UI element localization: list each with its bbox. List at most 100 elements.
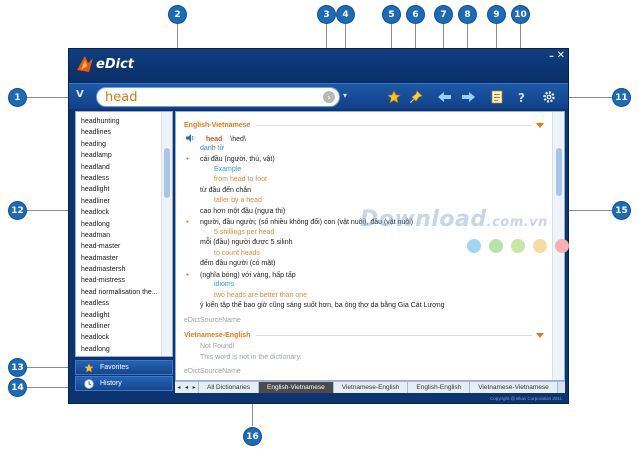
search-input[interactable]	[105, 88, 315, 106]
clock-icon	[84, 379, 94, 389]
definition-panel: English-Vietnamese head \hed\ danh từ ● c…	[175, 111, 565, 381]
section-title: Vietnamese-English	[184, 331, 251, 339]
not-found-title: Not Found!	[200, 343, 235, 350]
definition-text: idioms	[214, 281, 235, 288]
gear-icon	[543, 91, 555, 103]
tab-list: All Dictionaries English-Vietnamese Vietna…	[199, 382, 558, 393]
definition-text: to count heads	[214, 249, 260, 257]
tab-next-arrow[interactable]: ▸	[193, 384, 196, 391]
word-list-item[interactable]: headlong	[81, 344, 162, 355]
word-list-item[interactable]: headlock	[81, 332, 162, 343]
watermark: Download.com.vn	[360, 207, 548, 232]
section-rule	[256, 124, 532, 126]
word-list-item[interactable]: headlong	[81, 219, 162, 230]
word-list-item[interactable]: headmastersh	[81, 264, 162, 275]
tab[interactable]: English-English	[408, 382, 471, 393]
tab-prev-arrow[interactable]: ◂	[185, 384, 188, 391]
word-list-item[interactable]: heading	[81, 139, 162, 150]
stage: { "app": { "title": "eDict", "minimize_l…	[0, 0, 639, 449]
not-found-message: This word is not in the dictionary.	[200, 353, 302, 361]
definition-lines: ● cái đầu (người, thú, vật) Example from he…	[184, 154, 544, 312]
panel-toggle-button[interactable]: V	[76, 89, 84, 100]
tab-scroll-arrows: ◂ ◂ ▸	[175, 382, 199, 393]
word-list-item[interactable]: headliner	[81, 321, 162, 332]
part-of-speech: danh từ	[200, 144, 225, 152]
definition-text: ý kiến tập thể bao giờ cũng sáng suốt hơ…	[200, 302, 445, 309]
collapse-icon[interactable]	[536, 122, 544, 128]
section-header-vi-en[interactable]: Vietnamese-English	[184, 330, 544, 340]
word-list-scroll-thumb[interactable]	[164, 148, 170, 198]
title-bar[interactable]: eDict – ✕	[69, 49, 568, 83]
search-go-button[interactable]: ›	[323, 91, 335, 103]
definition-line: idioms	[184, 280, 544, 291]
word-list-item[interactable]: headless	[81, 173, 162, 184]
word-list-item[interactable]: head-mistress	[81, 275, 162, 286]
definition-text: từ đầu đến chân	[200, 186, 252, 194]
pin-icon	[410, 90, 423, 103]
definition-line: from head to foot	[184, 175, 544, 186]
word-list-scrollbar[interactable]	[161, 112, 172, 356]
word-list-item[interactable]: headliner	[81, 196, 162, 207]
definition-text: Example	[214, 165, 242, 173]
word-list-item[interactable]: headlamp	[81, 150, 162, 161]
watermark-main: Download	[360, 207, 487, 232]
watermark-dot	[489, 239, 503, 253]
word-list-item[interactable]: headhunting	[81, 116, 162, 127]
word-list-item[interactable]: headlock	[81, 207, 162, 218]
close-button[interactable]: ✕	[557, 50, 565, 61]
section-header-en-vi[interactable]: English-Vietnamese	[184, 120, 544, 130]
help-button[interactable]: ?	[512, 88, 530, 106]
callout-badge: 13	[9, 359, 26, 376]
pin-button[interactable]	[407, 88, 425, 106]
definition-line: taller by a head	[184, 196, 544, 207]
settings-button[interactable]	[540, 88, 558, 106]
callout-badge: 4	[337, 6, 354, 23]
watermark-dot	[511, 239, 525, 253]
tab-first-arrow[interactable]: ◂	[177, 384, 180, 391]
dictionary-tabs: ◂ ◂ ▸ All Dictionaries English-Vietnamese…	[175, 381, 565, 393]
watermark-suffix: .com.vn	[486, 215, 548, 230]
word-list-item[interactable]: head-master	[81, 241, 162, 252]
word-list-item[interactable]: headlines	[81, 127, 162, 138]
callout-badge: 2	[169, 6, 186, 23]
collapse-icon[interactable]	[536, 332, 544, 338]
word-list-item[interactable]: headland	[81, 162, 162, 173]
callout-badge: 7	[435, 6, 452, 23]
history-button[interactable]: History	[75, 376, 173, 391]
tab[interactable]: English-Vietnamese	[259, 382, 334, 393]
back-arrow-icon	[437, 92, 451, 102]
callout-badge: 11	[613, 89, 630, 106]
search-box: ›	[96, 87, 340, 107]
minimize-button[interactable]: –	[549, 51, 554, 62]
callout-badge: 15	[613, 202, 630, 219]
bullet-icon: ●	[186, 219, 190, 225]
favorites-button[interactable]: Favorites	[75, 360, 173, 375]
callout-badge: 16	[244, 428, 261, 445]
definition-text: taller by a head	[214, 197, 262, 204]
bullet-icon: ●	[186, 156, 190, 162]
definition-scroll-thumb[interactable]	[556, 148, 562, 196]
definition-line: ● cái đầu (người, thú, vật)	[184, 154, 544, 165]
word-list-item[interactable]: headlight	[81, 310, 162, 321]
word-list-item[interactable]: headmaster	[81, 253, 162, 264]
word-list-item[interactable]: head normalisation the...	[81, 287, 162, 298]
definition-text: two heads are better than one	[214, 291, 308, 299]
callout-badge: 12	[9, 202, 26, 219]
notepad-button[interactable]	[488, 88, 506, 106]
phonetic: \hed\	[230, 136, 246, 143]
search-history-dropdown[interactable]: ▾	[343, 91, 347, 100]
speaker-icon[interactable]	[186, 134, 195, 142]
back-button[interactable]	[435, 88, 453, 106]
logo-icon	[77, 56, 93, 72]
word-list-item[interactable]: headman	[81, 230, 162, 241]
tab[interactable]: Vietnamese-Vietnamese	[470, 382, 558, 393]
tab[interactable]: Vietnamese-English	[333, 382, 409, 393]
favorite-add-button[interactable]	[385, 88, 403, 106]
word-list-item[interactable]: headlight	[81, 184, 162, 195]
word-list-item[interactable]: headless	[81, 298, 162, 309]
headword: head	[205, 136, 223, 143]
definition-text: cái đầu (người, thú, vật)	[200, 156, 275, 164]
forward-button[interactable]	[459, 88, 477, 106]
tab[interactable]: All Dictionaries	[199, 382, 259, 393]
word-list[interactable]: headhunting headlines heading headlamp headl…	[76, 112, 162, 356]
